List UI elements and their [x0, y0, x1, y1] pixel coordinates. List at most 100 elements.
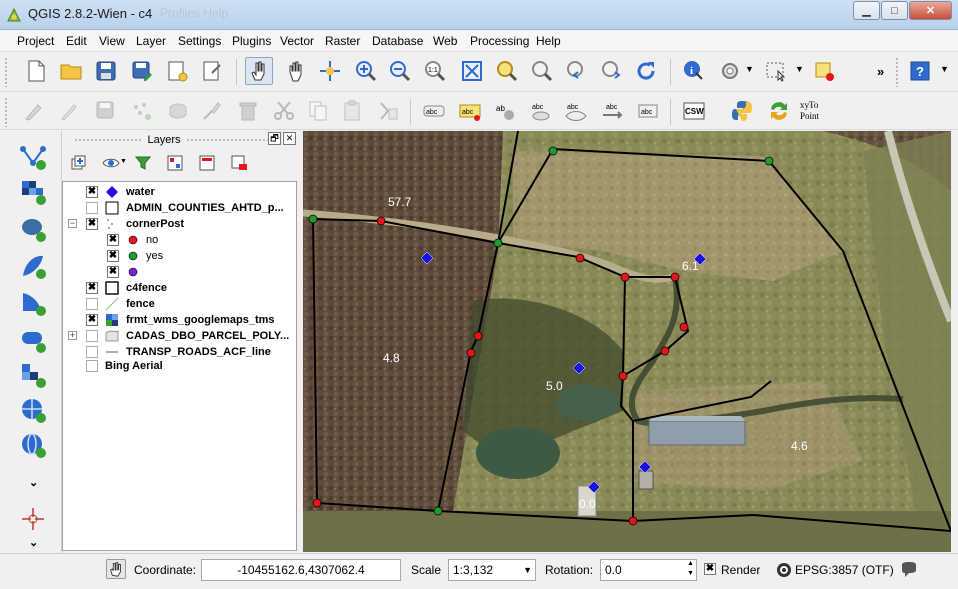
float-panel-button[interactable]: 🗗 [268, 132, 281, 145]
touch-zoom-pan-icon[interactable] [245, 57, 273, 85]
digitize-crosshair-icon[interactable] [17, 503, 49, 535]
new-print-composer-icon[interactable] [163, 57, 191, 85]
menu-layer[interactable]: Layer [136, 34, 166, 48]
action-dropdown-icon[interactable]: ▼ [745, 64, 754, 74]
highlight-pinned-labels-icon[interactable]: abc [527, 97, 555, 125]
node-tool-icon[interactable] [198, 97, 226, 125]
map-canvas[interactable]: 57.7 6.1 4.8 5.0 4.6 0.0 [303, 131, 951, 552]
menu-database[interactable]: Database [372, 34, 423, 48]
layer-checkbox[interactable]: ✖ [86, 282, 98, 294]
scale-combobox[interactable]: 1:3,132 ▼ [448, 559, 536, 581]
filter-legend-icon[interactable] [132, 153, 154, 173]
close-panel-button[interactable]: ✕ [283, 132, 296, 145]
layer-labeling-icon[interactable]: abc [456, 97, 484, 125]
move-feature-icon[interactable] [164, 97, 192, 125]
expand-all-icon[interactable] [164, 153, 186, 173]
toggle-extents-icon[interactable] [106, 559, 126, 579]
vtoolbar-overflow-chevron-2[interactable]: ⌄ [29, 536, 38, 549]
coordinate-field[interactable]: -10455162.6,4307062.4 [201, 559, 401, 581]
new-project-icon[interactable] [22, 57, 50, 85]
menu-raster[interactable]: Raster [325, 34, 360, 48]
add-group-icon[interactable] [68, 153, 90, 173]
layer-tree[interactable]: ✖ water ADMIN_COUNTIES_AHTD_p... − ✖ cor… [62, 181, 297, 551]
layer-row-water[interactable]: ✖ water [63, 184, 296, 200]
rotate-label-icon[interactable]: abc [634, 97, 662, 125]
layer-checkbox[interactable]: ✖ [86, 314, 98, 326]
composer-manager-icon[interactable] [198, 57, 226, 85]
paste-features-icon[interactable] [338, 97, 366, 125]
manage-visibility-icon[interactable] [100, 153, 122, 173]
add-wfs-layer-icon[interactable] [17, 429, 49, 461]
run-feature-action-icon[interactable] [716, 57, 744, 85]
zoom-out-icon[interactable] [386, 57, 414, 85]
help-dropdown-icon[interactable]: ▼ [940, 64, 949, 74]
toolbar-grip[interactable] [4, 97, 8, 127]
add-wms-layer-icon[interactable] [17, 359, 49, 391]
select-dropdown-icon[interactable]: ▼ [795, 64, 804, 74]
toolbar-grip[interactable] [895, 57, 899, 87]
toolbar-overflow-chevron[interactable]: » [877, 64, 884, 79]
minimize-button[interactable]: ▁ [853, 1, 880, 20]
menu-plugins[interactable]: Plugins [232, 34, 271, 48]
speech-bubble-icon[interactable] [900, 561, 918, 579]
pan-to-selection-icon[interactable] [316, 57, 344, 85]
render-checkbox[interactable]: ✖ [704, 563, 716, 575]
add-wcs-layer-icon[interactable] [17, 394, 49, 426]
layer-checkbox[interactable] [86, 202, 98, 214]
layer-checkbox[interactable]: ✖ [86, 218, 98, 230]
toolbar-grip[interactable] [4, 57, 8, 87]
identify-features-icon[interactable]: i [680, 57, 708, 85]
deselect-features-icon[interactable] [810, 57, 838, 85]
open-folder-icon[interactable] [57, 57, 85, 85]
rotation-spinbox[interactable]: 0.0 ▲ ▼ [600, 559, 697, 581]
layer-row-cornerpost[interactable]: − ✖ cornerPost [63, 216, 296, 232]
add-mssql-layer-icon[interactable] [17, 287, 49, 319]
crs-status[interactable]: EPSG:3857 (OTF) [795, 563, 894, 577]
save-icon[interactable] [92, 57, 120, 85]
add-spatialite-layer-icon[interactable] [17, 250, 49, 282]
menu-edit[interactable]: Edit [66, 34, 87, 48]
current-edits-icon[interactable] [20, 97, 48, 125]
category-row-yes[interactable]: ✖ yes [63, 248, 296, 264]
crs-globe-icon[interactable] [776, 562, 792, 578]
maximize-button[interactable]: □ [881, 1, 908, 20]
menu-help[interactable]: Help [536, 34, 561, 48]
copy-features-icon[interactable] [304, 97, 332, 125]
category-row-other[interactable]: ✖ [63, 264, 296, 280]
chevron-down-icon[interactable]: ▼ [523, 560, 532, 580]
aerial-map[interactable]: 57.7 6.1 4.8 5.0 4.6 0.0 [303, 131, 951, 552]
zoom-full-icon[interactable] [458, 57, 486, 85]
layer-row-admin-counties[interactable]: ADMIN_COUNTIES_AHTD_p... [63, 200, 296, 216]
layer-row-cadas-parcel[interactable]: + CADAS_DBO_PARCEL_POLY... [63, 328, 296, 344]
visibility-dropdown-icon[interactable]: ▼ [120, 158, 127, 165]
menu-vector[interactable]: Vector [280, 34, 314, 48]
save-layer-edits-icon[interactable] [92, 97, 120, 125]
pan-map-icon[interactable] [282, 57, 310, 85]
delete-selected-icon[interactable] [234, 97, 262, 125]
layer-checkbox[interactable] [86, 360, 98, 372]
help-icon[interactable]: ? [906, 57, 934, 85]
layer-checkbox[interactable] [86, 346, 98, 358]
select-features-icon[interactable] [762, 57, 790, 85]
refresh-icon[interactable] [632, 57, 660, 85]
category-row-no[interactable]: ✖ no [63, 232, 296, 248]
add-raster-layer-icon[interactable] [17, 176, 49, 208]
cut-features-icon[interactable] [270, 97, 298, 125]
layer-row-bing-aerial[interactable]: Bing Aerial [63, 358, 296, 374]
label-tool-icon[interactable]: abc [420, 97, 448, 125]
layer-row-fence[interactable]: fence [63, 296, 296, 312]
layer-checkbox[interactable] [86, 298, 98, 310]
add-postgis-layer-icon[interactable] [17, 213, 49, 245]
add-vector-layer-icon[interactable] [17, 141, 49, 173]
vtoolbar-overflow-chevron[interactable]: ⌄ [29, 476, 38, 489]
collapse-all-icon[interactable] [196, 153, 218, 173]
xy-to-point-plugin-button[interactable]: xyTo Point [800, 100, 830, 122]
menu-processing[interactable]: Processing [470, 34, 529, 48]
spin-arrows-icon[interactable]: ▲ ▼ [687, 559, 694, 579]
category-checkbox[interactable]: ✖ [107, 250, 119, 262]
layer-row-googlemaps[interactable]: ✖ frmt_wms_googlemaps_tms [63, 312, 296, 328]
show-hide-labels-icon[interactable]: abc [562, 97, 590, 125]
zoom-in-icon[interactable] [352, 57, 380, 85]
zoom-to-selection-icon[interactable] [493, 57, 521, 85]
processing-toolbox-icon[interactable] [765, 97, 793, 125]
